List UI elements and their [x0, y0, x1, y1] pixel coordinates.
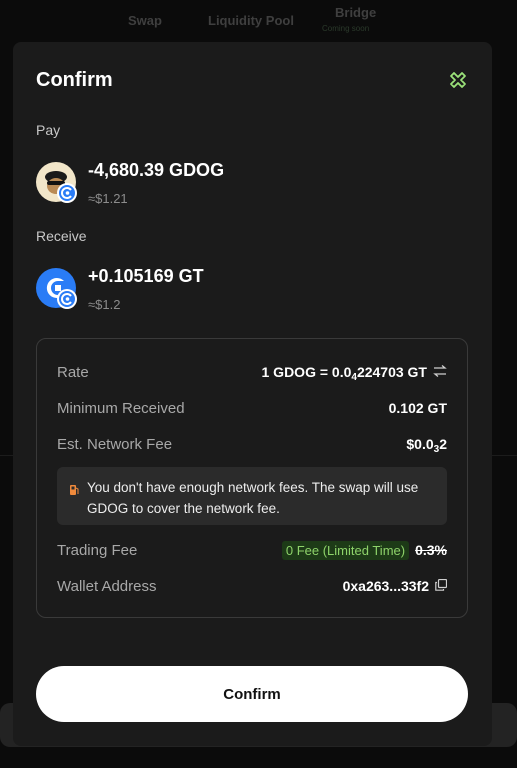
swap-arrows-icon[interactable] — [433, 364, 447, 380]
trading-fee-value: 0 Fee (Limited Time) 0.3% — [281, 540, 447, 560]
minimum-received-row: Minimum Received 0.102 GT — [57, 398, 447, 418]
swap-details-card: Rate 1 GDOG = 0.04224703 GT Minimum Rece… — [36, 338, 468, 618]
trading-fee-label: Trading Fee — [57, 541, 138, 559]
original-fee: 0.3% — [415, 542, 447, 558]
gt-token-icon — [36, 268, 77, 309]
network-fee-suffix: 2 — [439, 436, 447, 452]
bg-bridge-sub: Coming soon — [322, 24, 370, 33]
confirm-dialog: Confirm Pay -4,680.39 GDOG ≈$1.21 Receiv… — [13, 42, 492, 746]
rate-value: 1 GDOG = 0.04224703 GT — [261, 364, 448, 383]
trading-fee-row: Trading Fee 0 Fee (Limited Time) 0.3% — [57, 540, 447, 560]
rate-row: Rate 1 GDOG = 0.04224703 GT — [57, 362, 448, 383]
notice-text: You don't have enough network fees. The … — [87, 480, 419, 516]
network-fee-notice: You don't have enough network fees. The … — [57, 467, 447, 525]
pay-amount: -4,680.39 GDOG — [88, 160, 225, 180]
wallet-address-label: Wallet Address — [57, 577, 157, 595]
dialog-title: Confirm — [36, 69, 113, 91]
network-fee-subscript: 3 — [433, 444, 440, 455]
bg-tab-bridge: Bridge — [335, 5, 377, 20]
fuel-icon — [69, 481, 79, 495]
bg-tab-swap: Swap — [128, 13, 162, 28]
zero-fee-badge: 0 Fee (Limited Time) — [281, 540, 410, 560]
wallet-address-value: 0xa263...33f2 — [342, 578, 448, 594]
rate-label: Rate — [57, 363, 89, 381]
pay-usd-value: ≈$1.21 — [88, 191, 128, 206]
gdog-token-icon — [36, 162, 77, 203]
receive-amount: +0.105169 GT — [88, 266, 204, 286]
confirm-button[interactable]: Confirm — [36, 666, 468, 722]
minimum-received-value: 0.102 GT — [388, 400, 447, 416]
receive-usd-value: ≈$1.2 — [88, 297, 121, 312]
rate-suffix: 224703 GT — [356, 364, 427, 380]
pay-label: Pay — [36, 122, 61, 138]
wallet-address-text: 0xa263...33f2 — [342, 578, 429, 594]
network-fee-prefix: $0.0 — [406, 436, 434, 452]
network-fee-row: Est. Network Fee $0.032 — [57, 434, 447, 456]
background-nav: Swap Liquidity Pool Bridge Coming soon — [0, 0, 517, 42]
network-fee-value: $0.032 — [406, 436, 447, 455]
receive-label: Receive — [36, 228, 87, 244]
rate-subscript: 4 — [351, 372, 357, 383]
minimum-received-label: Minimum Received — [57, 399, 185, 417]
wallet-address-row: Wallet Address 0xa263...33f2 — [57, 576, 448, 596]
close-icon[interactable] — [449, 71, 467, 89]
bg-tab-liquidity-pool: Liquidity Pool — [208, 13, 294, 28]
network-fee-label: Est. Network Fee — [57, 435, 173, 453]
copy-icon[interactable] — [435, 578, 448, 594]
rate-prefix: 1 GDOG = 0.0 — [261, 364, 352, 380]
